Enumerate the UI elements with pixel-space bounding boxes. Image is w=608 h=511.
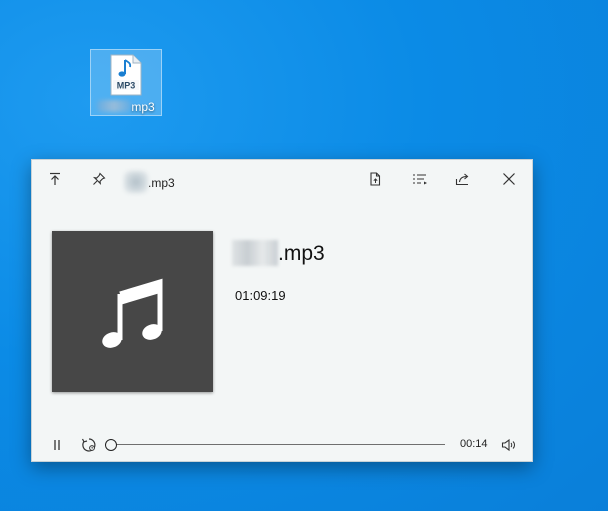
window-title-suffix: .mp3 bbox=[148, 176, 175, 190]
keep-on-top-icon bbox=[50, 172, 60, 185]
keep-on-top-button[interactable] bbox=[42, 168, 68, 190]
track-title: .mp3 bbox=[232, 240, 325, 266]
desktop-icon-label-suffix: mp3 bbox=[131, 100, 155, 114]
volume-button[interactable] bbox=[498, 434, 520, 456]
replay-icon bbox=[81, 438, 96, 452]
share-button[interactable] bbox=[450, 168, 476, 190]
pause-icon bbox=[54, 440, 60, 450]
music-note-icon bbox=[101, 278, 162, 348]
file-badge-text: MP3 bbox=[117, 81, 136, 91]
playlist-button[interactable] bbox=[407, 168, 433, 190]
playback-controls: 00:14 bbox=[32, 432, 532, 458]
desktop-icon-label: mp3 bbox=[91, 100, 161, 114]
close-button[interactable] bbox=[496, 168, 522, 190]
window-title: .mp3 bbox=[124, 171, 175, 193]
pin-icon bbox=[92, 172, 106, 186]
desktop-mp3-file-icon[interactable]: MP3 mp3 bbox=[90, 49, 162, 116]
replay-button[interactable] bbox=[78, 434, 100, 456]
volume-icon bbox=[501, 438, 515, 452]
open-file-button[interactable] bbox=[362, 168, 388, 190]
current-position: 00:14 bbox=[460, 438, 488, 450]
seek-thumb[interactable] bbox=[105, 439, 117, 451]
mp3-file-icon: MP3 bbox=[110, 54, 142, 96]
track-title-suffix: .mp3 bbox=[278, 242, 325, 265]
share-icon bbox=[455, 173, 469, 186]
redacted-name bbox=[97, 100, 132, 112]
title-bar: .mp3 bbox=[32, 160, 532, 198]
seek-bar[interactable] bbox=[112, 444, 445, 445]
track-duration: 01:09:19 bbox=[235, 288, 286, 303]
redacted-name bbox=[124, 171, 148, 193]
open-file-icon bbox=[370, 172, 381, 186]
playlist-icon bbox=[413, 174, 427, 185]
album-art bbox=[52, 231, 213, 392]
redacted-name bbox=[232, 240, 278, 266]
pause-button[interactable] bbox=[46, 434, 68, 456]
close-icon bbox=[503, 173, 515, 185]
pin-button[interactable] bbox=[86, 168, 112, 190]
media-player-window: .mp3 .mp3 01:09:19 00:14 bbox=[31, 159, 533, 462]
